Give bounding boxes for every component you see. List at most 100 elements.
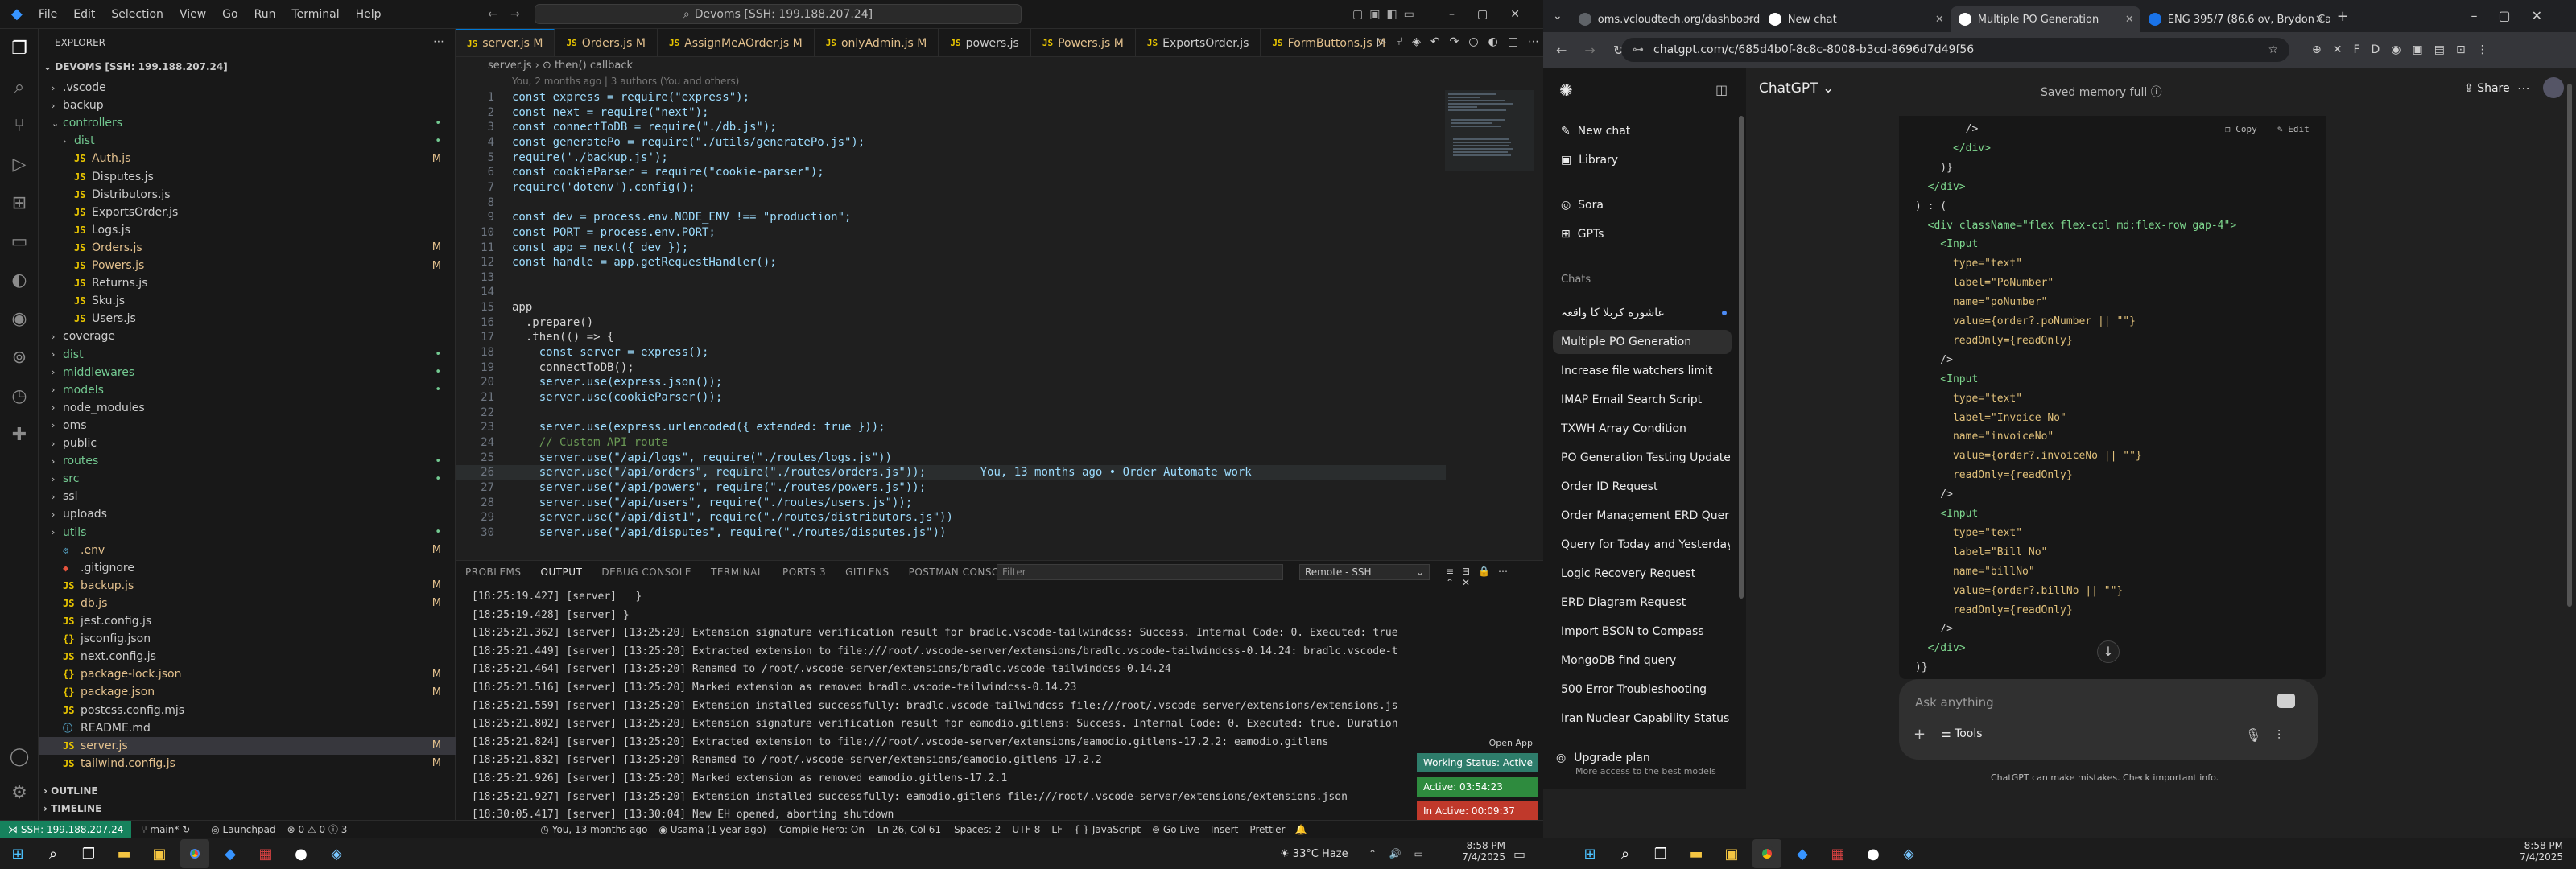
prettier-item[interactable]: Prettier xyxy=(1249,824,1285,835)
editor-tab[interactable]: JS ExportsOrder.js xyxy=(1136,29,1261,56)
avatar[interactable] xyxy=(2543,77,2564,98)
clock[interactable]: 8:58 PM 7/4/2025 xyxy=(2515,840,2563,863)
tree-item[interactable]: › public xyxy=(39,434,456,452)
tree-item[interactable]: JS Distributors.js xyxy=(39,186,456,204)
file-explorer-icon[interactable]: ▬ xyxy=(1682,839,1711,868)
tools-button[interactable]: ⚌ Tools xyxy=(1941,727,1983,740)
chat-history-item[interactable]: Query for Today and Yesterday xyxy=(1561,533,1730,557)
share-button[interactable]: ⇪ Share xyxy=(2464,82,2510,95)
tree-item[interactable]: › src • xyxy=(39,470,456,488)
chrome-tab[interactable]: New chat ✕ xyxy=(1761,6,1951,32)
chat-history-item[interactable]: PO Generation Testing Update xyxy=(1561,446,1730,470)
account-icon[interactable]: ◯ xyxy=(8,745,31,768)
menu-go[interactable]: Go xyxy=(214,8,246,21)
tree-item[interactable]: › node_modules xyxy=(39,399,456,417)
sora-button[interactable]: ◎ Sora xyxy=(1561,193,1730,217)
model-selector[interactable]: ChatGPT ⌄ xyxy=(1759,80,1834,97)
task-view-icon[interactable]: ❐ xyxy=(74,839,103,868)
forward-icon[interactable]: → xyxy=(1584,43,1595,58)
editor-tab[interactable]: JS Orders.js M xyxy=(555,29,658,56)
close-tab-icon[interactable]: ✕ xyxy=(2315,14,2324,26)
editor-tab[interactable]: JS powers.js xyxy=(939,29,1031,56)
command-center[interactable]: ⌕ Devoms [SSH: 199.188.207.24] xyxy=(535,4,1022,24)
outline-section[interactable]: › OUTLINE xyxy=(43,785,98,797)
copy-button[interactable]: ❐ Copy xyxy=(2225,124,2257,134)
tab-search-icon[interactable]: ⌄ xyxy=(1553,10,1563,23)
branch-item[interactable]: ⑂ main* ↻ xyxy=(141,824,190,835)
editor-tab[interactable]: JS onlyAdmin.js M xyxy=(815,29,939,56)
tree-item[interactable]: JS ExportsOrder.js xyxy=(39,204,456,221)
windows-start-icon[interactable]: ⊞ xyxy=(3,839,32,868)
tree-item[interactable]: JS Disputes.js xyxy=(39,168,456,186)
tree-item[interactable]: JS server.js M xyxy=(39,736,456,755)
search-icon[interactable]: ⌕ xyxy=(1611,839,1640,868)
vscode-icon[interactable]: ◆ xyxy=(216,839,245,868)
chat-history-item[interactable]: Import BSON to Compass xyxy=(1561,620,1730,644)
panel-tab[interactable]: OUTPUT xyxy=(530,561,592,583)
chat-history-item[interactable]: Logic Recovery Request xyxy=(1561,562,1730,586)
chat-history-item[interactable]: Iran Nuclear Capability Status xyxy=(1561,706,1730,731)
upgrade-plan-button[interactable]: ◎ Upgrade plan More access to the best mo… xyxy=(1556,752,1733,776)
database-icon[interactable]: ⊚ xyxy=(8,346,31,369)
tree-item[interactable]: › middlewares • xyxy=(39,364,456,381)
search-icon[interactable]: ⌕ xyxy=(39,839,68,868)
puzzle-icon[interactable]: ✚ xyxy=(8,423,31,446)
store-icon[interactable]: ▣ xyxy=(1717,839,1746,868)
windows-start-icon[interactable]: ⊞ xyxy=(1575,839,1604,868)
composer[interactable]: Ask anything + ⚌ Tools 🎙 ⫶ xyxy=(1899,679,2318,760)
cursor-position[interactable]: Ln 26, Col 61 xyxy=(877,824,941,835)
remote-indicator[interactable]: ⋊ SSH: 199.188.207.24 xyxy=(0,820,132,838)
forward-arrow-icon[interactable]: → xyxy=(510,8,520,21)
more-options-icon[interactable]: ⋯ xyxy=(2517,80,2530,96)
tree-item[interactable]: › coverage xyxy=(39,327,456,345)
insert-mode[interactable]: Insert xyxy=(1211,824,1238,835)
weather-widget[interactable]: ☀ 33°C Haze xyxy=(1280,848,1348,860)
panel-actions[interactable]: ≡⊟🔒⋯⌃✕ xyxy=(1446,566,1543,588)
search-icon[interactable]: ⌕ xyxy=(8,76,31,98)
tree-item[interactable]: › oms xyxy=(39,417,456,434)
scroll-down-button[interactable]: ↓ xyxy=(2097,640,2120,663)
memory-status[interactable]: Saved memory full ⓘ xyxy=(2041,84,2162,100)
tree-item[interactable]: ⚙ .env M xyxy=(39,542,456,559)
chrome-tab[interactable]: oms.vcloudtech.org/dashboard ✕ xyxy=(1571,6,1761,32)
more-actions-icon[interactable]: ⋯ xyxy=(433,35,444,48)
editor-tab[interactable]: JS server.js M xyxy=(456,29,555,56)
tree-item[interactable]: › ssl xyxy=(39,488,456,505)
open-app-link[interactable]: Open App xyxy=(1417,738,1538,748)
gear-icon[interactable]: ⚙ xyxy=(8,781,31,804)
close-tab-icon[interactable]: ✕ xyxy=(1935,14,1944,26)
extensions-icon[interactable]: ⊞ xyxy=(8,192,31,214)
winscp-icon[interactable]: ▦ xyxy=(251,839,280,868)
gitlens-icon[interactable]: ◐ xyxy=(8,269,31,291)
tree-item[interactable]: JS next.config.js xyxy=(39,648,456,665)
openai-logo-icon[interactable]: ✺ xyxy=(1559,80,1573,100)
url-bar[interactable]: ⊶ chatgpt.com/c/685d4b0f-8c8c-8008-b3cd-… xyxy=(1621,38,2289,62)
output-channel-select[interactable]: Remote - SSH ⌄ xyxy=(1299,564,1430,580)
postman-icon[interactable]: ◉ xyxy=(8,307,31,330)
chat-history-item[interactable]: ERD Diagram Request xyxy=(1561,591,1730,615)
panel-tab[interactable]: PORTS 3 xyxy=(773,566,836,578)
chat-history-item[interactable]: 500 Error Troubleshooting xyxy=(1561,677,1730,702)
chat-history-item[interactable]: IMAP Email Search Script xyxy=(1561,388,1730,412)
chat-history-item[interactable]: Increase file watchers limit xyxy=(1561,359,1730,383)
panel-tab[interactable]: PROBLEMS xyxy=(456,566,531,578)
app-icon[interactable]: ◈ xyxy=(1894,839,1923,868)
chrome-tab[interactable]: Multiple PO Generation ✕ xyxy=(1950,6,2140,32)
winscp-icon[interactable]: ▦ xyxy=(1823,839,1852,868)
chrome-icon[interactable] xyxy=(1752,839,1781,868)
run-debug-icon[interactable]: ▷ xyxy=(8,153,31,175)
tree-item[interactable]: › utils • xyxy=(39,524,456,542)
menu-selection[interactable]: Selection xyxy=(103,8,171,21)
notification-icon[interactable]: ▭ xyxy=(1513,846,1525,862)
back-arrow-icon[interactable]: ← xyxy=(488,8,497,21)
new-tab-button[interactable]: + xyxy=(2337,8,2349,25)
tree-item[interactable]: JS backup.js M xyxy=(39,577,456,595)
editor-actions[interactable]: ▷⑂◈↶↷○◐◫⋯ xyxy=(1377,35,1543,48)
tree-item[interactable]: JS tailwind.config.js M xyxy=(39,755,456,772)
output-log[interactable]: [18:25:19.427] [server] } [18:25:19.428] … xyxy=(472,588,1397,842)
edit-button[interactable]: ✎ Edit xyxy=(2277,124,2310,134)
tree-item[interactable]: › models • xyxy=(39,381,456,399)
github-icon[interactable]: ● xyxy=(1859,839,1888,868)
voice-mode-icon[interactable]: ⫶ xyxy=(2277,727,2281,743)
new-chat-button[interactable]: ✎ New chat xyxy=(1561,119,1730,143)
